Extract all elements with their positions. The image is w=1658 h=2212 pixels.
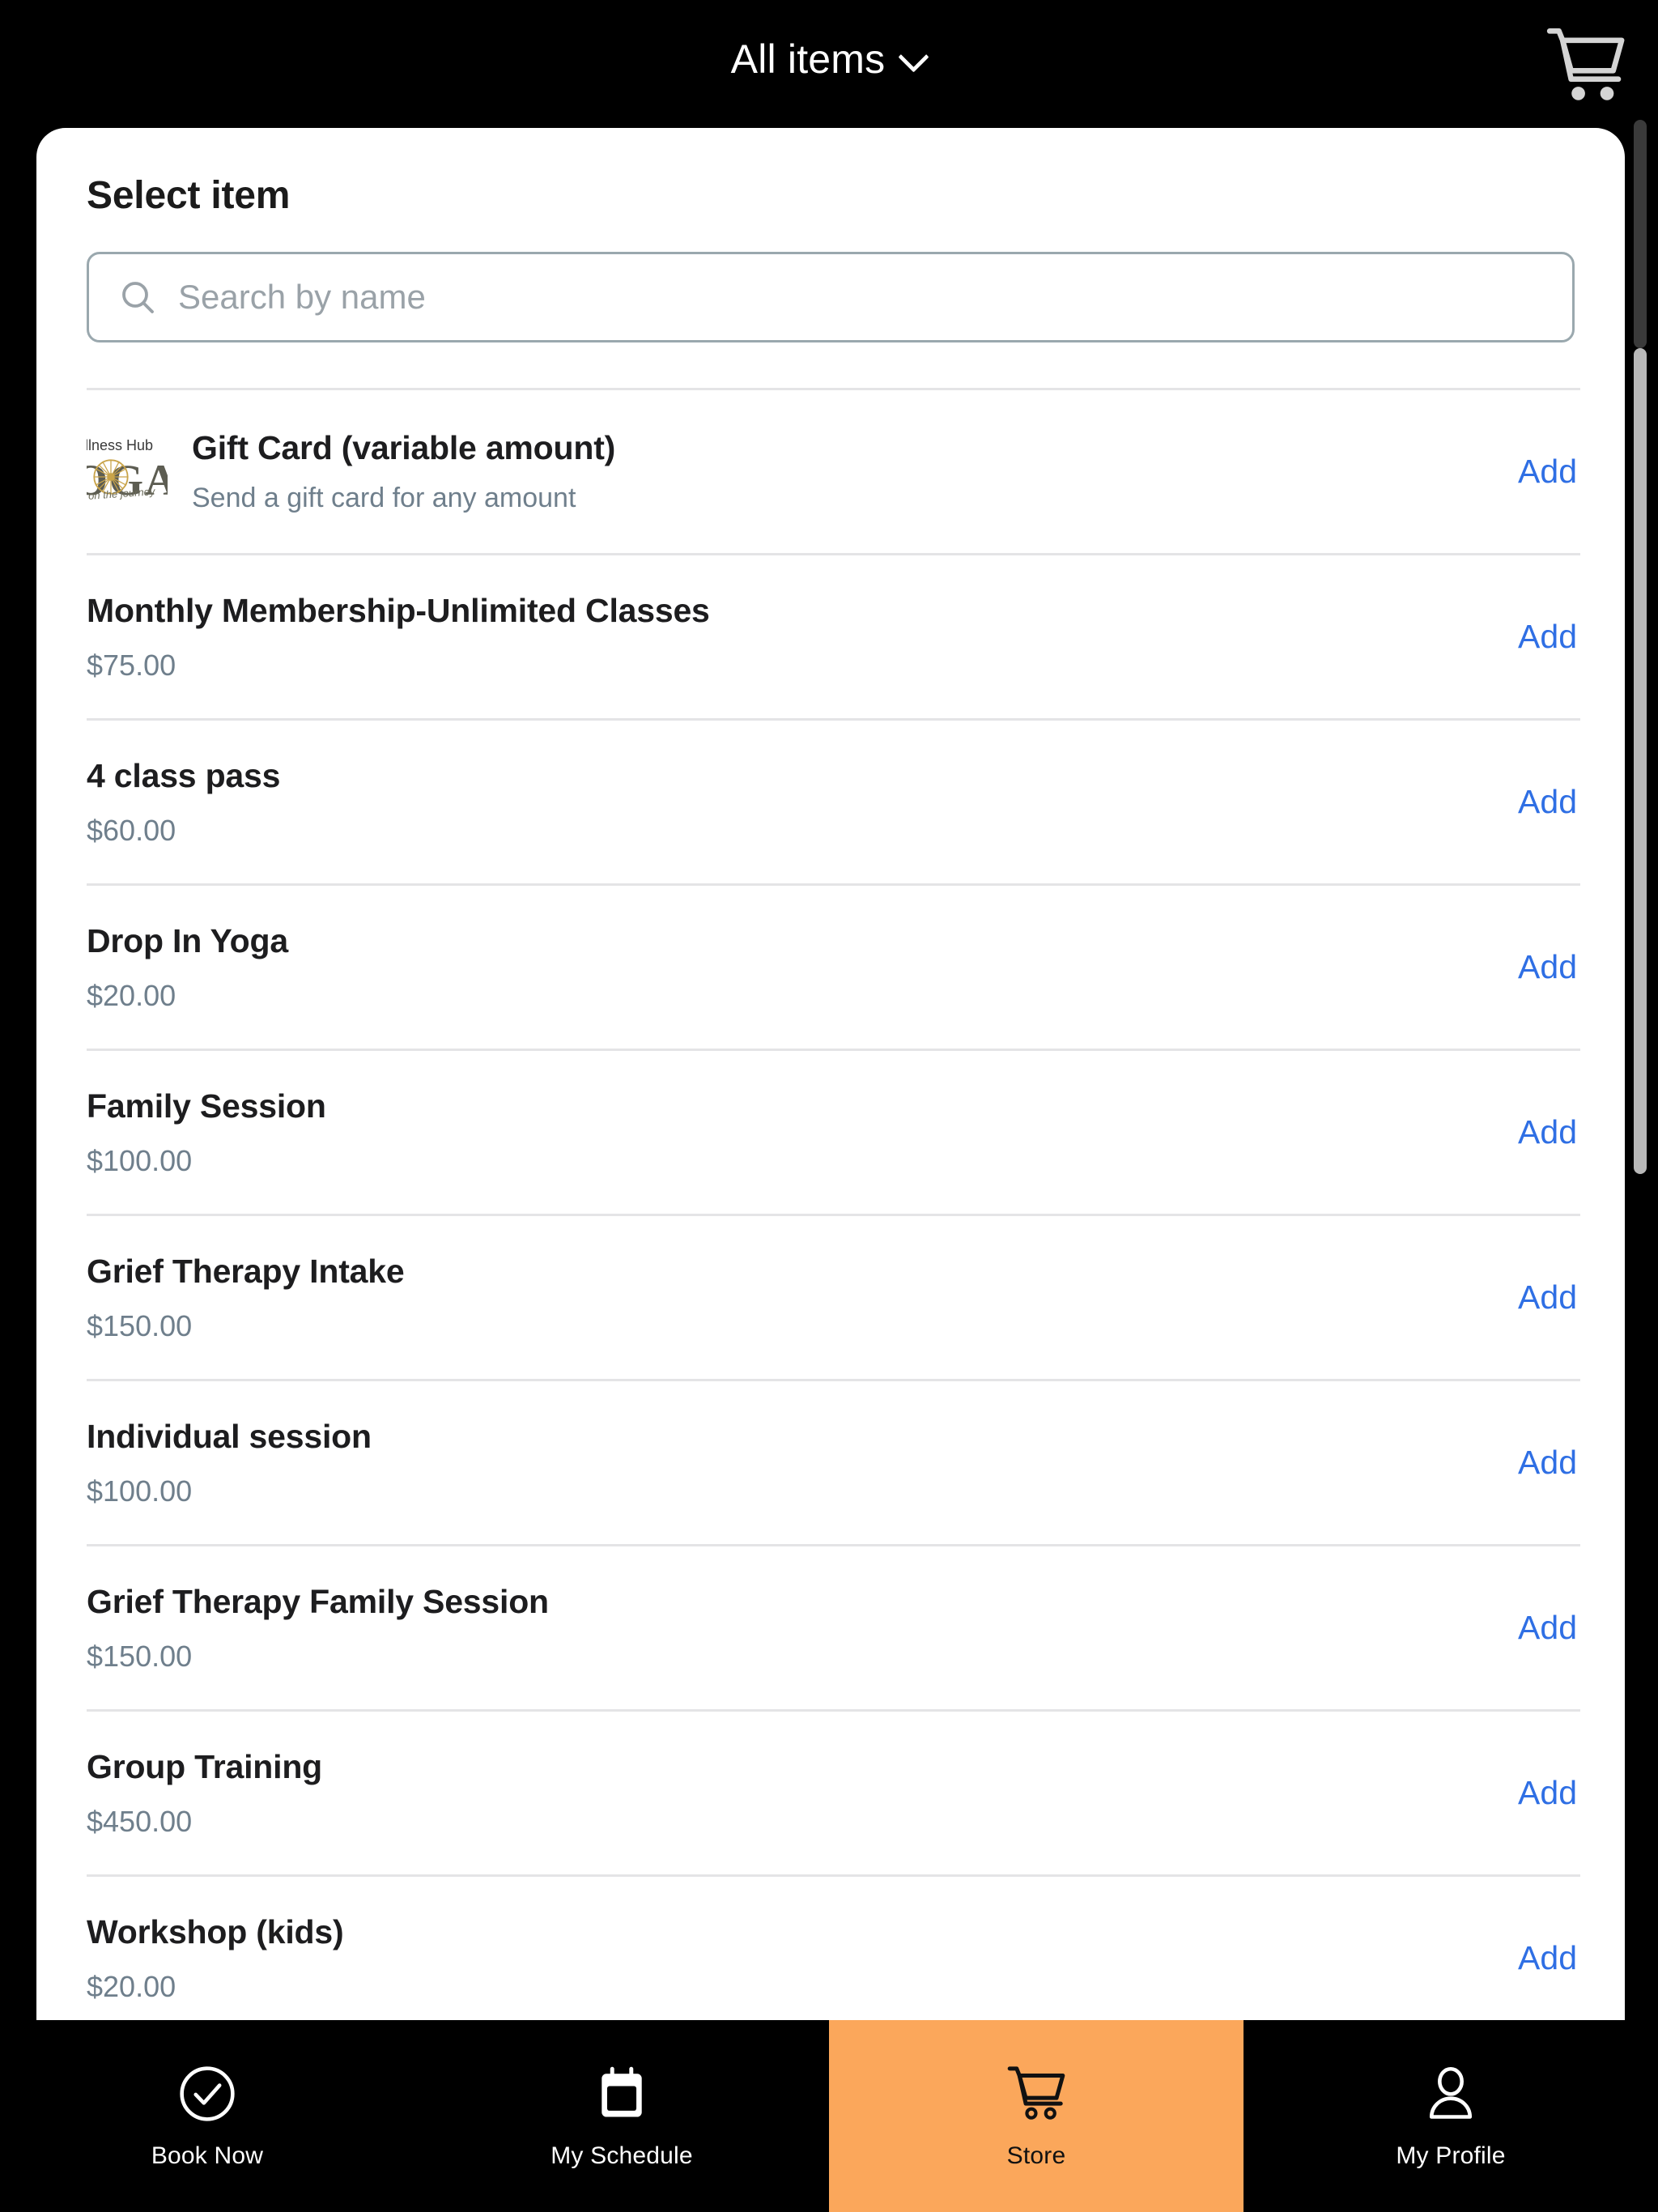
item-price: $60.00 [87,814,176,848]
nav-item-store[interactable]: Store [829,2020,1244,2212]
left-gutter [0,128,36,356]
item-price: $150.00 [87,1640,193,1674]
search-icon [122,282,154,313]
list-item[interactable]: Group Training $450.00 Add [87,1709,1580,1874]
nav-label: My Profile [1396,2142,1506,2169]
list-item[interactable]: Family Session $100.00 Add [87,1049,1580,1214]
nav-label: Store [1006,2142,1066,2169]
list-item[interactable]: 4 class pass $60.00 Add [87,718,1580,883]
shopping-cart-icon [1546,28,1625,100]
add-button[interactable]: Add [1515,1105,1580,1159]
add-button[interactable]: Add [1515,940,1580,994]
logo-top-text: llness Hub [87,436,154,453]
add-button[interactable]: Add [1515,775,1580,829]
select-item-sheet: Select item llness Hub OGA [36,128,1625,2020]
user-icon [1429,2066,1473,2119]
check-circle-icon [180,2065,235,2121]
bottom-navigation: Book Now My Schedule Store My Profile [0,2020,1658,2212]
item-name: Drop In Yoga [87,921,288,959]
item-name: Grief Therapy Intake [87,1252,405,1290]
top-bar: All items [0,0,1658,128]
add-button[interactable]: Add [1515,1436,1580,1490]
item-info: 4 class pass $60.00 [87,756,1482,849]
nav-item-my-schedule[interactable]: My Schedule [414,2020,829,2212]
add-button[interactable]: Add [1515,610,1580,664]
item-price: $20.00 [87,979,176,1013]
list-item[interactable]: llness Hub OGA on the journey Gift Card … [87,388,1580,553]
scrollbar[interactable] [1634,120,1647,2018]
add-button[interactable]: Add [1515,1931,1580,1985]
item-thumbnail: llness Hub OGA on the journey [87,436,168,507]
item-subtitle: Send a gift card for any amount [192,483,576,514]
item-price: $75.00 [87,649,176,683]
app-screen: All items Select item Search by name lln… [0,0,1658,2212]
cart-button[interactable] [1546,26,1627,104]
item-info: Workshop (kids) $20.00 [87,1912,1482,2005]
item-name: Family Session [87,1087,326,1125]
item-name: Monthly Membership-Unlimited Classes [87,591,710,629]
nav-label: My Schedule [551,2142,693,2169]
shopping-cart-icon [1007,2065,1065,2120]
search-field[interactable] [87,252,1575,342]
add-button[interactable]: Add [1515,445,1580,499]
nav-item-my-profile[interactable]: My Profile [1244,2020,1658,2212]
list-item[interactable]: Drop In Yoga $20.00 Add [87,883,1580,1049]
page-title: Select item [87,174,291,217]
item-info: Family Session $100.00 [87,1087,1482,1179]
item-name: Gift Card (variable amount) [192,428,616,466]
item-name: Group Training [87,1747,323,1785]
item-info: Grief Therapy Family Session $150.00 [87,1582,1482,1674]
item-name: Individual session [87,1417,372,1455]
list-item[interactable]: Grief Therapy Intake $150.00 Add [87,1214,1580,1379]
chevron-down-icon [899,43,927,70]
list-item[interactable]: Monthly Membership-Unlimited Classes $75… [87,553,1580,718]
add-button[interactable]: Add [1515,1270,1580,1325]
item-price: $150.00 [87,1309,193,1343]
nav-item-book-now[interactable]: Book Now [0,2020,414,2212]
item-price: $450.00 [87,1805,193,1839]
item-info: Individual session $100.00 [87,1417,1482,1509]
sheet-header: Select item [36,128,1625,342]
item-price: $20.00 [87,1970,176,2004]
calendar-icon [602,2066,642,2116]
item-info: Monthly Membership-Unlimited Classes $75… [87,591,1482,683]
item-list: llness Hub OGA on the journey Gift Card … [36,388,1625,2020]
list-item[interactable]: Workshop (kids) $20.00 Add [87,1874,1580,2020]
all-items-dropdown[interactable]: All items [0,39,1658,79]
add-button[interactable]: Add [1515,1601,1580,1655]
list-item[interactable]: Grief Therapy Family Session $150.00 Add [87,1544,1580,1709]
item-name: Grief Therapy Family Session [87,1582,549,1620]
search-input[interactable] [178,278,1543,317]
nav-label: Book Now [151,2142,264,2169]
item-price: $100.00 [87,1144,193,1178]
item-info: Grief Therapy Intake $150.00 [87,1252,1482,1344]
item-name: 4 class pass [87,756,281,794]
item-info: Group Training $450.00 [87,1747,1482,1840]
scrollbar-thumb-top[interactable] [1634,120,1647,348]
item-price: $100.00 [87,1474,193,1508]
item-name: Workshop (kids) [87,1912,344,1950]
item-info: Gift Card (variable amount) Send a gift … [192,428,1482,515]
all-items-label: All items [730,36,886,82]
add-button[interactable]: Add [1515,1766,1580,1820]
list-item[interactable]: Individual session $100.00 Add [87,1379,1580,1544]
item-info: Drop In Yoga $20.00 [87,921,1482,1014]
scrollbar-thumb[interactable] [1634,348,1647,1174]
